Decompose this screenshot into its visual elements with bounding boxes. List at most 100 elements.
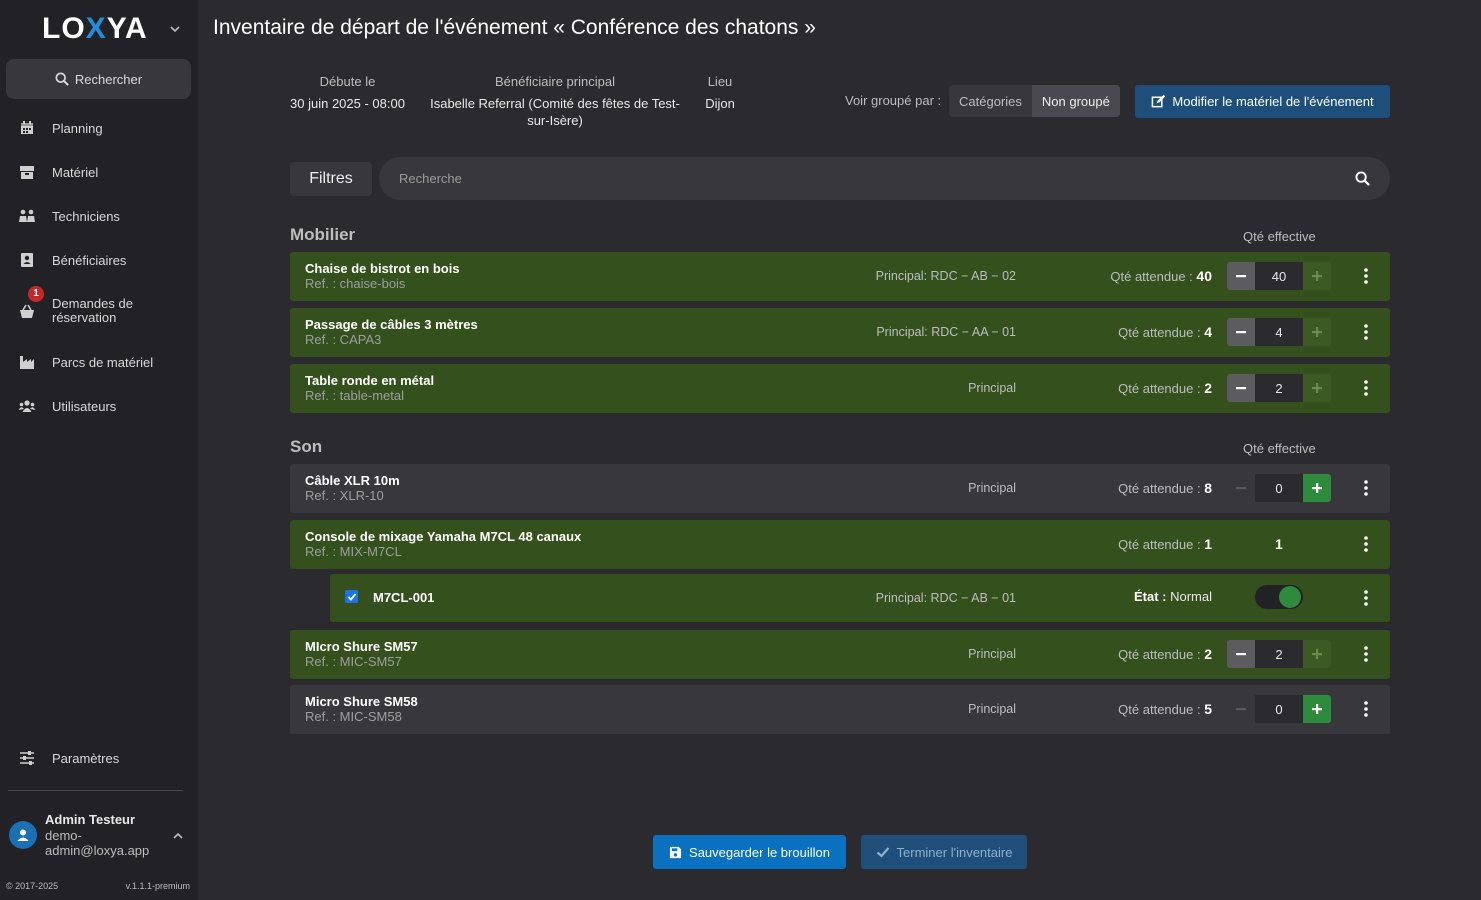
beneficiary-label: Bénéficiaire principal — [495, 74, 615, 89]
item-name: Câble XLR 10m — [305, 473, 400, 488]
item-name: Micro Shure SM58 — [305, 694, 418, 709]
more-actions-icon[interactable] — [1362, 379, 1370, 397]
notification-badge: 1 — [28, 286, 44, 302]
sidebar-item-label: Parcs de matériel — [52, 354, 154, 370]
edit-event-material-button[interactable]: Modifier le matériel de l'événement — [1135, 85, 1390, 118]
quantity-stepper — [1227, 318, 1331, 346]
quantity-input[interactable] — [1255, 474, 1303, 502]
chevron-up-icon[interactable] — [172, 830, 184, 842]
user-menu[interactable]: Admin Testeur demo-admin@loxya.app — [8, 812, 193, 862]
more-actions-icon[interactable] — [1362, 479, 1370, 497]
sidebar-search-button[interactable]: Rechercher — [6, 59, 191, 99]
unit-id: M7CL-001 — [373, 590, 435, 605]
quantity-input[interactable] — [1255, 640, 1303, 668]
sidebar-item-techniciens[interactable]: Techniciens — [0, 194, 198, 238]
basket-icon — [20, 304, 34, 318]
logo[interactable]: LOXYA — [42, 12, 148, 46]
item-expected-qty: Qté attendue : 4 — [1118, 324, 1212, 340]
filters-button[interactable]: Filtres — [290, 162, 372, 196]
quantity-stepper — [1227, 474, 1331, 502]
increment-button[interactable] — [1303, 695, 1331, 723]
increment-button[interactable] — [1303, 474, 1331, 502]
user-name: Admin Testeur — [45, 812, 136, 827]
page-title: Inventaire de départ de l'événement « Co… — [213, 16, 816, 39]
plus-icon — [1312, 383, 1322, 393]
toggle-knob — [1279, 586, 1301, 608]
quantity-input[interactable] — [1255, 374, 1303, 402]
item-location: Principal — [968, 647, 1016, 661]
increment-button[interactable] — [1303, 640, 1331, 668]
more-actions-icon[interactable] — [1362, 700, 1370, 718]
minus-icon — [1236, 708, 1246, 711]
quantity-stepper — [1227, 640, 1331, 668]
people-icon — [19, 209, 35, 222]
search-input[interactable] — [399, 157, 1339, 200]
chevron-down-icon[interactable] — [168, 22, 182, 36]
item-location: Principal: RDC − AB − 02 — [875, 269, 1016, 283]
list-item: Table ronde en métal Ref. : table-metal … — [290, 364, 1390, 413]
minus-icon — [1236, 653, 1246, 656]
quantity-stepper — [1227, 695, 1331, 723]
group-by-label: Voir groupé par : — [845, 93, 942, 108]
section-title-mobilier: Mobilier — [290, 225, 356, 244]
decrement-button[interactable] — [1227, 318, 1255, 346]
increment-button[interactable] — [1303, 318, 1331, 346]
sidebar-item-materiel[interactable]: Matériel — [0, 150, 198, 194]
event-start: Débute le 30 juin 2025 - 08:00 — [290, 74, 405, 112]
group-by-none[interactable]: Non groupé — [1031, 85, 1120, 117]
sidebar-nav: Planning Matériel Techniciens Bénéficiai… — [0, 106, 198, 428]
decrement-button[interactable] — [1227, 262, 1255, 290]
item-expected-qty: Qté attendue : 2 — [1118, 380, 1212, 396]
sidebar-item-beneficiaires[interactable]: Bénéficiaires — [0, 238, 198, 282]
qty-effective-header: Qté effective — [1243, 441, 1316, 456]
sidebar-item-label: Bénéficiaires — [52, 252, 127, 268]
search-icon[interactable] — [1355, 171, 1370, 186]
start-value: 30 juin 2025 - 08:00 — [290, 96, 405, 111]
more-actions-icon[interactable] — [1362, 267, 1370, 285]
settings-button[interactable]: Paramètres — [0, 736, 198, 780]
check-icon — [876, 847, 889, 858]
decrement-button[interactable] — [1227, 640, 1255, 668]
item-expected-qty: Qté attendue : 1 — [1118, 536, 1212, 552]
sidebar-item-demandes[interactable]: 1 Demandes de réservation — [0, 282, 198, 340]
sidebar-item-planning[interactable]: Planning — [0, 106, 198, 150]
more-actions-icon[interactable] — [1362, 535, 1370, 553]
box-icon — [20, 166, 34, 179]
decrement-button[interactable] — [1227, 474, 1255, 502]
more-actions-icon[interactable] — [1362, 323, 1370, 341]
group-by-categories[interactable]: Catégories — [949, 85, 1032, 117]
item-expected-qty: Qté attendue : 40 — [1110, 268, 1212, 284]
sidebar-item-utilisateurs[interactable]: Utilisateurs — [0, 384, 198, 428]
minus-icon — [1236, 387, 1246, 390]
increment-button[interactable] — [1303, 374, 1331, 402]
finish-inventory-label: Terminer l'inventaire — [896, 844, 1013, 860]
finish-inventory-button[interactable]: Terminer l'inventaire — [861, 835, 1027, 869]
sidebar-item-label: Techniciens — [52, 208, 120, 224]
quantity-input[interactable] — [1255, 318, 1303, 346]
more-actions-icon[interactable] — [1362, 645, 1370, 663]
beneficiary-value: Isabelle Referral (Comité des fêtes de T… — [430, 96, 680, 128]
save-icon — [669, 846, 682, 858]
minus-icon — [1236, 331, 1246, 334]
check-icon — [347, 592, 356, 601]
quantity-input[interactable] — [1255, 262, 1303, 290]
quantity-input[interactable] — [1255, 695, 1303, 723]
start-label: Débute le — [319, 74, 376, 89]
unit-toggle[interactable] — [1255, 585, 1303, 609]
sidebar-divider — [8, 790, 183, 791]
item-expected-qty: Qté attendue : 8 — [1118, 480, 1212, 496]
edit-button-label: Modifier le matériel de l'événement — [1172, 94, 1374, 109]
sidebar-item-parcs[interactable]: Parcs de matériel — [0, 340, 198, 384]
increment-button[interactable] — [1303, 262, 1331, 290]
unit-checkbox[interactable] — [345, 590, 358, 603]
list-item: Câble XLR 10m Ref. : XLR-10 Principal Qt… — [290, 464, 1390, 513]
location-value: Dijon — [705, 96, 735, 111]
item-ref: Ref. : chaise-bois — [305, 276, 406, 291]
decrement-button[interactable] — [1227, 695, 1255, 723]
more-actions-icon[interactable] — [1362, 589, 1370, 607]
sidebar: LOXYA Rechercher Planning Matériel Techn… — [0, 0, 198, 900]
item-location: Principal: RDC − AA − 01 — [876, 325, 1016, 339]
sliders-icon — [20, 751, 34, 765]
decrement-button[interactable] — [1227, 374, 1255, 402]
save-draft-button[interactable]: Sauvegarder le brouillon — [653, 835, 846, 869]
